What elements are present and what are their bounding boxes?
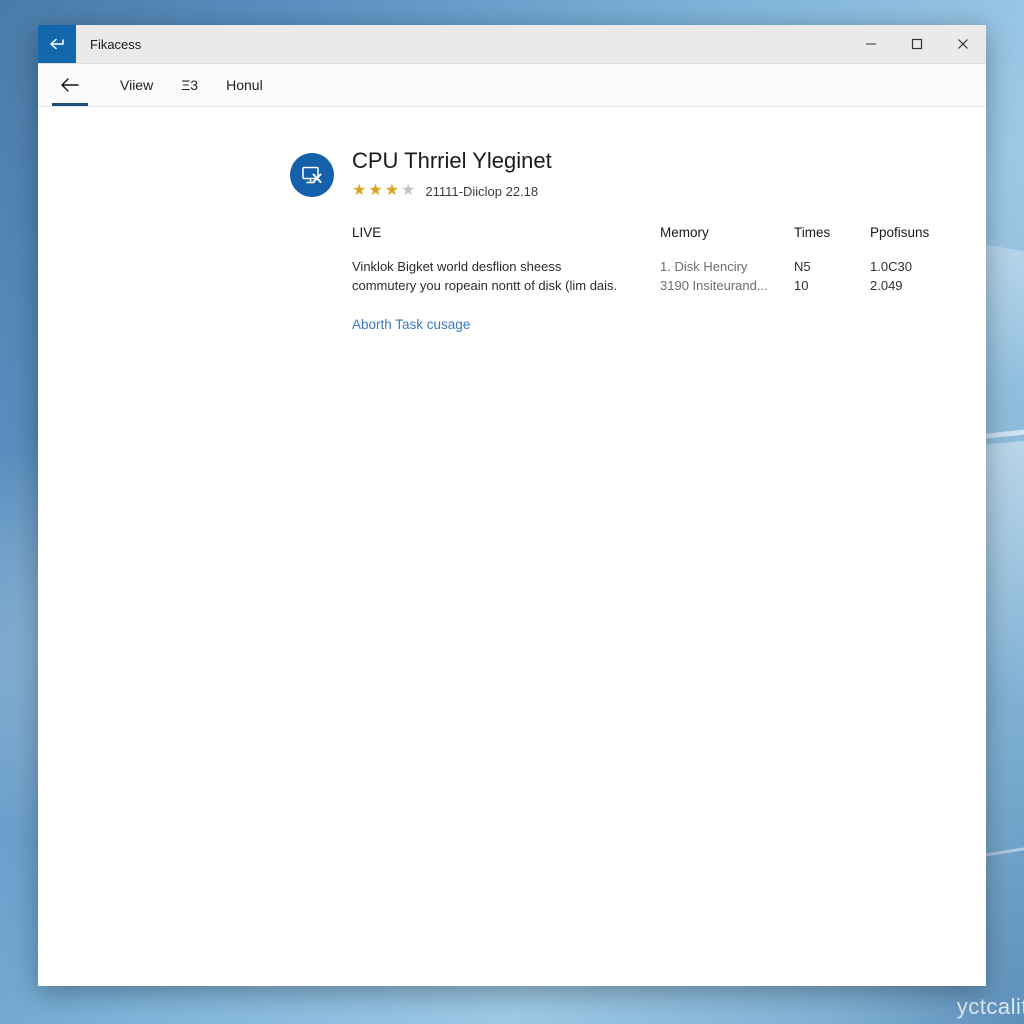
star-icon: ★ xyxy=(352,182,367,200)
close-button[interactable] xyxy=(940,25,986,63)
monitor-x-icon xyxy=(290,153,334,197)
rating-text: 21111-Diiclop 22.18 xyxy=(425,183,539,199)
page-title: CPU Thrriel Yleginet xyxy=(352,148,552,173)
times-value: N5 xyxy=(794,259,811,275)
application-window: Fikacess Viiew Ξ3 Honul CPU Thrriel Yleg… xyxy=(38,25,986,986)
desktop-background: yctcalit Fikacess Viiew Ξ3 Honul CPU Thr… xyxy=(0,0,1024,1024)
app-header: CPU Thrriel Yleginet ★ ★ ★ ★ 21111-Diicl… xyxy=(290,148,986,199)
star-icon: ★ xyxy=(368,182,383,200)
maximize-button[interactable] xyxy=(894,25,940,63)
app-header-text: CPU Thrriel Yleginet ★ ★ ★ ★ 21111-Diicl… xyxy=(352,148,552,199)
navigation-bar: Viiew Ξ3 Honul xyxy=(38,64,986,107)
memory-value: 1. Disk Henciry xyxy=(660,259,748,275)
back-arrow-icon[interactable] xyxy=(38,25,76,63)
title-bar: Fikacess xyxy=(38,25,986,64)
column-header-properties: Ppofisuns xyxy=(870,225,930,241)
times-column: Times N5 10 xyxy=(794,225,870,334)
content-area: CPU Thrriel Yleginet ★ ★ ★ ★ 21111-Diicl… xyxy=(38,107,986,986)
nav-item-view[interactable]: Viiew xyxy=(106,64,167,106)
star-icon: ★ xyxy=(384,182,400,200)
description-line: commutery you ropeain nontt of disk (lim… xyxy=(352,277,618,293)
description-column: LIVE Vinklok Bigket world desflion shees… xyxy=(352,225,660,334)
properties-value: 1.0C30 xyxy=(870,259,912,275)
star-icon-empty: ★ xyxy=(401,182,416,200)
description-line: Vinklok Bigket world desflion sheess xyxy=(352,259,562,275)
details-section: LIVE Vinklok Bigket world desflion shees… xyxy=(290,225,986,334)
nav-item-honul[interactable]: Honul xyxy=(212,64,277,106)
times-value: 10 xyxy=(794,278,809,294)
wallpaper-streak xyxy=(599,0,1024,21)
nav-item-list[interactable]: Ξ3 xyxy=(167,64,212,106)
properties-column: Ppofisuns 1.0C30 2.049 xyxy=(870,225,986,334)
properties-value: 2.049 xyxy=(870,278,903,294)
memory-column: Memory 1. Disk Henciry 3190 Insiteurand.… xyxy=(660,225,794,334)
minimize-button[interactable] xyxy=(848,25,894,63)
description-heading: LIVE xyxy=(352,225,382,241)
abort-task-link[interactable]: Aborth Task cusage xyxy=(352,317,470,332)
rating-row: ★ ★ ★ ★ 21111-Diiclop 22.18 xyxy=(352,183,552,199)
memory-value: 3190 Insiteurand... xyxy=(660,278,768,294)
desktop-watermark: yctcalit xyxy=(956,994,1024,1019)
column-header-times: Times xyxy=(794,225,831,241)
back-button[interactable] xyxy=(44,64,96,106)
column-header-memory: Memory xyxy=(660,225,709,241)
window-title: Fikacess xyxy=(90,36,142,52)
